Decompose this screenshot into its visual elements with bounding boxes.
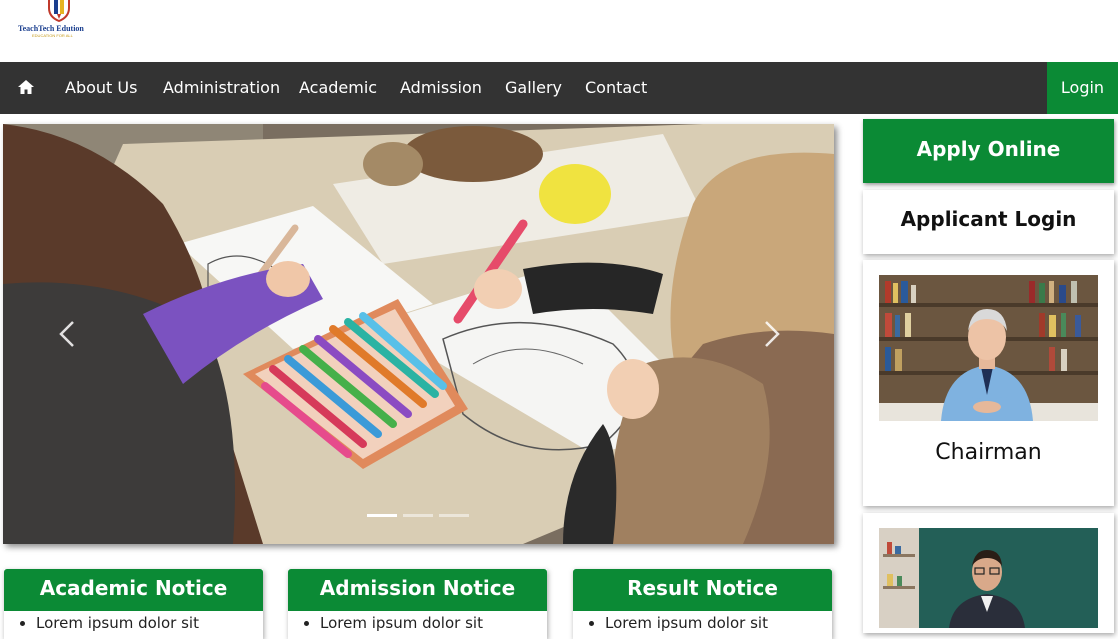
carousel-indicator-2[interactable] — [403, 514, 433, 517]
apply-online-button[interactable]: Apply Online — [863, 119, 1114, 183]
nav-about-us[interactable]: About Us — [65, 78, 137, 97]
academic-notice-title[interactable]: Academic Notice — [4, 569, 263, 611]
chevron-right-icon[interactable] — [756, 314, 786, 354]
login-button[interactable]: Login — [1047, 62, 1118, 114]
hero-carousel[interactable] — [3, 124, 834, 544]
site-header: TeachTech Edution EDUCATION FOR ALL — [0, 0, 1118, 62]
carousel-indicators — [367, 514, 477, 520]
logo-emblem — [48, 0, 70, 22]
site-logo[interactable]: TeachTech Edution EDUCATION FOR ALL — [18, 0, 102, 40]
carousel-indicator-3[interactable] — [439, 514, 469, 517]
chairman-caption: Chairman — [935, 440, 1042, 465]
nav-academic[interactable]: Academic — [299, 78, 377, 97]
staff-photo — [879, 528, 1098, 628]
notice-item[interactable]: Lorem ipsum dolor sit — [36, 614, 263, 632]
notice-item[interactable]: Lorem ipsum dolor sit — [605, 614, 832, 632]
notice-item[interactable]: Lorem ipsum dolor sit — [320, 614, 547, 632]
carousel-slide-image — [3, 124, 834, 544]
result-notice-title[interactable]: Result Notice — [573, 569, 832, 611]
chairman-card: Chairman — [863, 260, 1114, 506]
academic-notice-box: Academic Notice Lorem ipsum dolor sit — [4, 569, 263, 639]
result-notice-box: Result Notice Lorem ipsum dolor sit — [573, 569, 832, 639]
nav-contact[interactable]: Contact — [585, 78, 647, 97]
nav-administration[interactable]: Administration — [163, 78, 280, 97]
home-icon[interactable] — [16, 77, 36, 97]
admission-notice-title[interactable]: Admission Notice — [288, 569, 547, 611]
admission-notice-box: Admission Notice Lorem ipsum dolor sit — [288, 569, 547, 639]
nav-gallery[interactable]: Gallery — [505, 78, 562, 97]
nav-admission[interactable]: Admission — [400, 78, 482, 97]
staff-card — [863, 513, 1114, 633]
chairman-photo — [879, 275, 1098, 421]
applicant-login-button[interactable]: Applicant Login — [863, 190, 1114, 254]
main-navbar: About Us Administration Academic Admissi… — [0, 62, 1118, 114]
logo-tagline: EDUCATION FOR ALL — [32, 33, 73, 38]
chevron-left-icon[interactable] — [53, 314, 83, 354]
carousel-indicator-1[interactable] — [367, 514, 397, 517]
logo-name: TeachTech Edution — [18, 24, 84, 33]
